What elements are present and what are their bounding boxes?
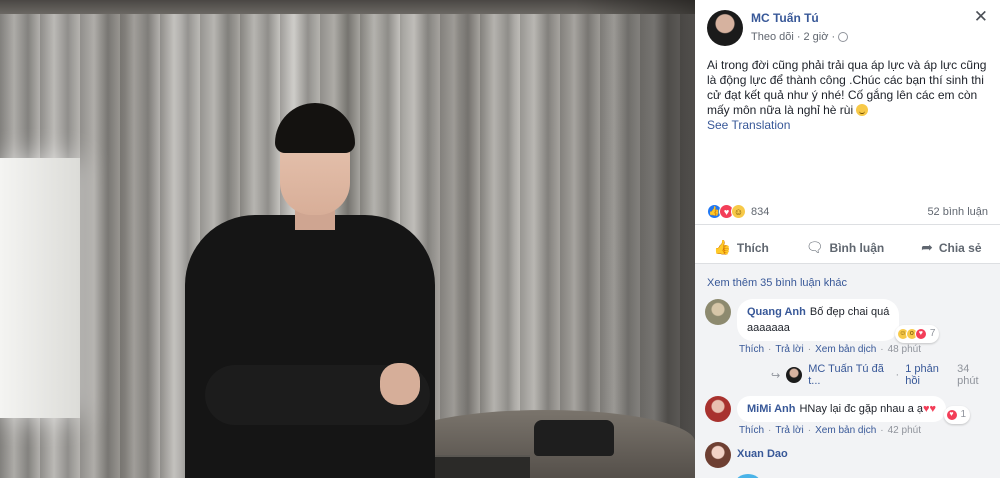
share-arrow-icon: ➦: [921, 239, 933, 255]
reply-time: 34 phút: [957, 363, 979, 387]
comment-item: Xuan Dao: [705, 442, 990, 468]
commenter-name[interactable]: Quang Anh: [747, 306, 806, 318]
love-reaction-icon: ♥: [914, 328, 927, 340]
meta-separator-2: ·: [831, 31, 836, 43]
comment-reaction-count: 1: [960, 409, 967, 420]
speech-bubble-icon: 🗨: [805, 239, 824, 255]
dot-separator: ·: [768, 344, 772, 355]
author-avatar[interactable]: [707, 10, 743, 46]
commenter-avatar[interactable]: [705, 299, 731, 325]
comment-count[interactable]: 52 bình luận: [927, 206, 988, 218]
thumbs-up-icon: 👍: [713, 239, 731, 255]
post-time[interactable]: 2 giờ: [803, 29, 828, 45]
comment-text-line2: aaaaaaa: [747, 322, 790, 334]
share-button[interactable]: ➦ Chia sẻ: [921, 239, 981, 256]
like-label: Thích: [736, 240, 769, 255]
comment-button[interactable]: 🗨 Bình luận: [806, 239, 884, 256]
reply-arrow-icon: ↪: [771, 369, 781, 382]
see-translation-link[interactable]: See Translation: [695, 118, 1000, 133]
desk-phone: [534, 420, 614, 456]
reply-summary[interactable]: ↪ MC Tuấn Tú đã t... · 1 phản hồi 34 phú…: [771, 363, 990, 387]
dot-separator: ·: [768, 425, 772, 436]
like-button[interactable]: 👍 Thích: [713, 239, 768, 256]
comment-reactions[interactable]: ♥ 1: [943, 406, 971, 424]
reaction-summary[interactable]: 👍 ♥ ☺ 834: [707, 204, 769, 219]
comment-translate-link[interactable]: Xem bản dịch: [815, 425, 876, 436]
window-light: [0, 158, 80, 418]
reply-author: MC Tuấn Tú đã t...: [808, 363, 884, 387]
commenter-avatar[interactable]: [705, 442, 731, 468]
comment-translate-link[interactable]: Xem bản dịch: [815, 344, 876, 355]
comment-text: HNay lại đc gặp nhau a ạ: [799, 403, 923, 415]
dot-separator: ·: [895, 369, 900, 381]
dot-separator: ·: [807, 344, 812, 355]
comment-time[interactable]: 48 phút: [888, 344, 921, 355]
comment-actions: Thích · Trả lời · Xem bản dịch · 42 phút: [739, 425, 946, 436]
man-in-black-shirt: [175, 95, 445, 478]
comment-like-link[interactable]: Thích: [739, 425, 764, 436]
post-panel: MC Tuấn Tú Theo dõi · 2 giờ · ✕ Ai trong…: [695, 0, 1000, 478]
comment-item: MiMi Anh HNay lại đc gặp nhau a ạ♥♥ ♥ 1 T…: [705, 396, 990, 436]
smile-emoji-icon: [856, 104, 869, 116]
reply-count: 1 phản hồi: [905, 363, 939, 387]
post-meta: Theo dõi · 2 giờ ·: [751, 29, 974, 45]
sticker-emoji: [735, 474, 761, 478]
post-text: Ai trong đời cũng phải trải qua áp lực v…: [707, 58, 987, 117]
photo-shadow: [575, 0, 695, 478]
meta-separator: ·: [796, 31, 801, 43]
comment-reactions[interactable]: ☺ o ♥ 7: [894, 325, 940, 343]
author-name[interactable]: MC Tuấn Tú: [751, 10, 974, 26]
post-actions: 👍 Thích 🗨 Bình luận ➦ Chia sẻ: [695, 232, 1000, 264]
haha-reaction-icon: ☺: [731, 204, 746, 219]
hair: [275, 103, 355, 153]
dot-separator: ·: [807, 425, 812, 436]
reply-author-avatar: [786, 367, 803, 383]
comment-reply-link[interactable]: Trả lời: [775, 425, 803, 436]
post-header: MC Tuấn Tú Theo dõi · 2 giờ · ✕: [695, 0, 1000, 52]
commenter-avatar[interactable]: [705, 396, 731, 422]
hearts-emoji: ♥♥: [923, 403, 937, 415]
comment-time[interactable]: 42 phút: [888, 425, 921, 436]
hand: [380, 363, 420, 405]
commenter-name[interactable]: Xuan Dao: [737, 448, 788, 460]
dot-separator: ·: [880, 425, 884, 436]
comment-body: Quang Anh Bố đẹp chai quá aaaaaaa ☺ o ♥ 7…: [737, 299, 940, 355]
share-label: Chia sẻ: [938, 240, 982, 255]
reaction-count[interactable]: 834: [751, 206, 769, 218]
close-icon[interactable]: ✕: [974, 8, 988, 25]
comment-text: Bố đẹp chai quá: [809, 306, 890, 318]
comment-actions: Thích · Trả lời · Xem bản dịch · 48 phút: [739, 344, 921, 355]
post-photo[interactable]: [0, 0, 695, 478]
black-shirt: [185, 215, 435, 478]
comment-label: Bình luận: [829, 240, 885, 255]
comment-bubble: MiMi Anh HNay lại đc gặp nhau a ạ♥♥ ♥ 1: [737, 396, 971, 424]
comment-reply-link[interactable]: Trả lời: [775, 344, 803, 355]
comment-like-link[interactable]: Thích: [739, 344, 764, 355]
follow-link[interactable]: Theo dõi: [751, 29, 794, 45]
post-header-text: MC Tuấn Tú Theo dõi · 2 giờ ·: [751, 10, 974, 45]
comment-reaction-count: 7: [929, 328, 936, 339]
photo-viewer: MC Tuấn Tú Theo dõi · 2 giờ · ✕ Ai trong…: [0, 0, 1000, 478]
commenter-name[interactable]: MiMi Anh: [747, 403, 795, 415]
comments-section: Xem thêm 35 bình luận khác Quang Anh Bố đ…: [695, 264, 1000, 478]
comment-item: Quang Anh Bố đẹp chai quá aaaaaaa ☺ o ♥ 7…: [705, 299, 990, 355]
post-caption: Ai trong đời cũng phải trải qua áp lực v…: [695, 52, 1000, 118]
comment-body: Xuan Dao: [737, 442, 788, 462]
dot-separator: ·: [880, 344, 884, 355]
reaction-stats: 👍 ♥ ☺ 834 52 bình luận: [695, 199, 1000, 225]
comment-body: MiMi Anh HNay lại đc gặp nhau a ạ♥♥ ♥ 1 T…: [737, 396, 971, 436]
comment-bubble: Quang Anh Bố đẹp chai quá aaaaaaa ☺ o ♥ 7: [737, 299, 940, 343]
love-reaction-icon: ♥: [945, 409, 958, 421]
globe-icon: [838, 32, 849, 42]
view-more-comments-link[interactable]: Xem thêm 35 bình luận khác: [705, 264, 990, 296]
